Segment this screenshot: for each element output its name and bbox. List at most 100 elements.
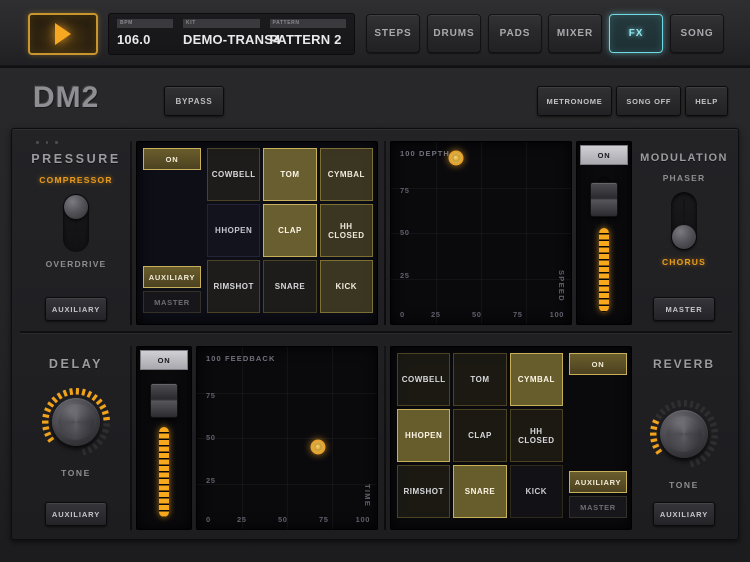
nav-group-secondary: MIXER FX SONG	[548, 14, 724, 53]
pad-cymbal[interactable]: CYMBAL	[320, 148, 373, 201]
x-tick-75: 75	[513, 310, 523, 319]
pad-cymbal[interactable]: CYMBAL	[510, 353, 563, 406]
x-tick-50: 50	[472, 310, 482, 319]
delay-xy-handle[interactable]	[310, 440, 325, 455]
modulation-screen-panel: 100 DEPTH 75 50 25 0 25 50 75 100 SPEED	[386, 135, 636, 331]
pressure-module: PRESSURE COMPRESSOR OVERDRIVE AUXILIARY	[20, 135, 132, 331]
pad-hhopen[interactable]: HHOPEN	[397, 409, 450, 462]
y-tick-50: 50	[400, 228, 410, 237]
reverb-auxiliary-button[interactable]: AUXILIARY	[569, 471, 627, 493]
pad-hh-closed[interactable]: HH CLOSED	[510, 409, 563, 462]
pad-hh-closed[interactable]: HH CLOSED	[320, 204, 373, 257]
modulation-mode-chorus[interactable]: CHORUS	[636, 257, 732, 267]
pad-clap[interactable]: CLAP	[263, 204, 316, 257]
pad-tom[interactable]: TOM	[263, 148, 316, 201]
modulation-mode-phaser[interactable]: PHASER	[636, 173, 732, 183]
x-tick-25: 25	[431, 310, 441, 319]
pressure-master-button[interactable]: MASTER	[143, 291, 201, 313]
x-tick-0: 0	[206, 515, 211, 524]
pad-clap[interactable]: CLAP	[453, 409, 506, 462]
kit-display[interactable]: KIT DEMO-TRANS4	[183, 19, 260, 54]
pad-snare[interactable]: SNARE	[453, 465, 506, 518]
switch-cap	[64, 195, 88, 219]
screw-icon	[36, 141, 39, 144]
play-button[interactable]	[28, 13, 98, 55]
modulation-xy-handle[interactable]	[448, 151, 463, 166]
delay-screen-panel: ON	[132, 340, 382, 536]
screw-icon	[46, 141, 49, 144]
reverb-pad-grid: COWBELL TOM CYMBAL HHOPEN CLAP HH CLOSED…	[397, 353, 563, 518]
pressure-mode-compressor[interactable]: COMPRESSOR	[20, 175, 132, 185]
pressure-routing-button[interactable]: AUXILIARY	[45, 297, 107, 321]
knob-body[interactable]	[660, 410, 708, 458]
pad-cowbell[interactable]: COWBELL	[397, 353, 450, 406]
fader-handle[interactable]	[150, 383, 178, 418]
help-button[interactable]: HELP	[685, 86, 728, 116]
pressure-on-button[interactable]: ON	[143, 148, 201, 170]
y-tick-75: 75	[206, 391, 216, 400]
modulation-mode-switch[interactable]	[671, 192, 697, 250]
reverb-screen-panel: COWBELL TOM CYMBAL HHOPEN CLAP HH CLOSED…	[386, 340, 636, 536]
pattern-caption: PATTERN	[270, 19, 347, 28]
utility-buttons: METRONOME SONG OFF HELP	[537, 86, 728, 116]
reverb-pad-screen: COWBELL TOM CYMBAL HHOPEN CLAP HH CLOSED…	[390, 346, 632, 530]
pad-cowbell[interactable]: COWBELL	[207, 148, 260, 201]
pressure-mode-switch[interactable]	[63, 194, 89, 252]
tab-mixer[interactable]: MIXER	[548, 14, 602, 53]
pad-rimshot[interactable]: RIMSHOT	[397, 465, 450, 518]
delay-xy-pad[interactable]: 100 FEEDBACK 75 50 25 0 25 50 75 100 TIM…	[197, 347, 377, 529]
pressure-title: PRESSURE	[20, 152, 132, 166]
bpm-display[interactable]: BPM 106.0	[117, 19, 173, 54]
pad-tom[interactable]: TOM	[453, 353, 506, 406]
pad-snare[interactable]: SNARE	[263, 260, 316, 313]
song-off-button[interactable]: SONG OFF	[616, 86, 681, 116]
delay-xy-screen[interactable]: 100 FEEDBACK 75 50 25 0 25 50 75 100 TIM…	[196, 346, 378, 530]
delay-fader[interactable]	[137, 375, 191, 521]
kit-value: DEMO-TRANS4	[183, 32, 260, 47]
modulation-fader[interactable]	[577, 170, 631, 316]
dm2-fx-screen: BPM 106.0 KIT DEMO-TRANS4 PATTERN PATTER…	[0, 0, 750, 562]
modulation-title: MODULATION	[636, 152, 732, 164]
pad-kick[interactable]: KICK	[320, 260, 373, 313]
fader-fill	[599, 228, 609, 312]
transport-display: BPM 106.0 KIT DEMO-TRANS4 PATTERN PATTER…	[108, 13, 355, 55]
brand-bar: DM2 BYPASS METRONOME SONG OFF HELP	[0, 69, 750, 127]
play-triangle-icon	[55, 23, 71, 45]
pad-rimshot[interactable]: RIMSHOT	[207, 260, 260, 313]
tab-fx[interactable]: FX	[609, 14, 663, 53]
fader-handle[interactable]	[590, 182, 618, 217]
delay-tone-knob[interactable]	[39, 385, 113, 459]
x-tick-0: 0	[400, 310, 405, 319]
modulation-routing-button[interactable]: MASTER	[653, 297, 715, 321]
pressure-auxiliary-button[interactable]: AUXILIARY	[143, 266, 201, 288]
modulation-speed-axis-label: SPEED	[557, 270, 566, 302]
delay-on-button[interactable]: ON	[140, 350, 188, 370]
y-tick-25: 25	[400, 271, 410, 280]
reverb-routing-button[interactable]: AUXILIARY	[653, 502, 715, 526]
metronome-button[interactable]: METRONOME	[537, 86, 613, 116]
reverb-on-button[interactable]: ON	[569, 353, 627, 375]
modulation-xy-screen[interactable]: 100 DEPTH 75 50 25 0 25 50 75 100 SPEED	[390, 141, 572, 325]
kit-caption: KIT	[183, 19, 260, 28]
pattern-display[interactable]: PATTERN PATTERN 2	[270, 19, 347, 54]
modulation-xy-pad[interactable]: 100 DEPTH 75 50 25 0 25 50 75 100 SPEED	[391, 142, 571, 324]
modulation-on-button[interactable]: ON	[580, 145, 628, 165]
pressure-mode-overdrive[interactable]: OVERDRIVE	[20, 259, 132, 269]
pressure-pad-grid: COWBELL TOM CYMBAL HHOPEN CLAP HH CLOSED…	[207, 148, 373, 313]
tab-song[interactable]: SONG	[670, 14, 724, 53]
pressure-screen-panel: ON AUXILIARY MASTER COWBELL TOM CYMBAL H…	[132, 135, 382, 331]
delay-title: DELAY	[20, 357, 132, 371]
reverb-master-button[interactable]: MASTER	[569, 496, 627, 518]
delay-routing-button[interactable]: AUXILIARY	[45, 502, 107, 526]
pad-kick[interactable]: KICK	[510, 465, 563, 518]
tab-drums[interactable]: DRUMS	[427, 14, 481, 53]
y-tick-50: 50	[206, 433, 216, 442]
knob-body[interactable]	[52, 398, 100, 446]
pad-hhopen[interactable]: HHOPEN	[207, 204, 260, 257]
tab-pads[interactable]: PADS	[488, 14, 542, 53]
bypass-button[interactable]: BYPASS	[164, 86, 224, 116]
tab-steps[interactable]: STEPS	[366, 14, 420, 53]
panel-divider	[130, 346, 132, 530]
reverb-tone-knob[interactable]	[647, 397, 721, 471]
modulation-fader-panel: ON	[576, 141, 632, 325]
